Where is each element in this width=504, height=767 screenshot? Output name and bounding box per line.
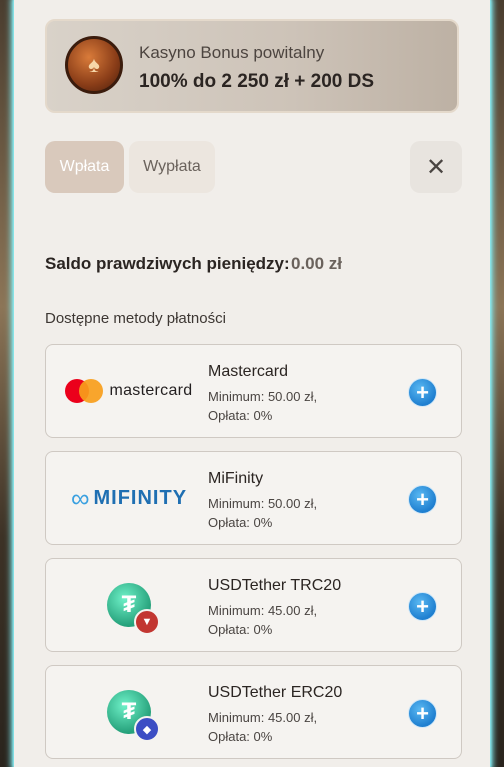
balance-label: Saldo prawdziwych pieniędzy: (45, 254, 290, 273)
method-minimum: Minimum: 50.00 zł, (208, 496, 318, 511)
method-fee: Opłata: 0% (208, 408, 273, 423)
plus-icon: + (416, 593, 429, 619)
plus-icon: + (416, 486, 429, 512)
payment-method-mifinity[interactable]: ∞ MIFINITY MiFinity Minimum: 50.00 zł, O… (45, 451, 462, 545)
plus-icon: + (416, 700, 429, 726)
close-icon: ✕ (425, 153, 447, 181)
ethereum-icon: ◆ (134, 716, 160, 742)
mastercard-logo: mastercard (54, 345, 204, 437)
method-name: Mastercard (208, 363, 289, 380)
add-mastercard-button[interactable]: + (408, 378, 437, 407)
tab-deposit[interactable]: Wpłata (45, 141, 124, 193)
method-name: USDTether ERC20 (208, 684, 343, 701)
method-fee: Opłata: 0% (208, 622, 273, 637)
method-fee: Opłata: 0% (208, 515, 273, 530)
method-name: MiFinity (208, 470, 264, 487)
payment-method-usdt-erc20[interactable]: ₮ ◆ USDTether ERC20 Minimum: 45.00 zł, O… (45, 665, 462, 759)
deposit-panel: ♠ Kasyno Bonus powitalny 100% do 2 250 z… (14, 0, 490, 767)
welcome-bonus-banner[interactable]: ♠ Kasyno Bonus powitalny 100% do 2 250 z… (45, 19, 459, 113)
close-button[interactable]: ✕ (410, 141, 462, 193)
payment-method-usdt-trc20[interactable]: ₮ ▼ USDTether TRC20 Minimum: 45.00 zł, O… (45, 558, 462, 652)
card-suits-icon: ♠ (65, 36, 123, 94)
tether-trc20-icon: ₮ ▼ (54, 559, 204, 651)
method-minimum: Minimum: 45.00 zł, (208, 710, 318, 725)
payment-methods-title: Dostępne metody płatności (45, 310, 226, 327)
balance-value: 0.00 zł (291, 254, 343, 273)
plus-icon: + (416, 379, 429, 405)
add-mifinity-button[interactable]: + (408, 485, 437, 514)
bonus-offer: 100% do 2 250 zł + 200 DS (139, 71, 374, 92)
payment-method-mastercard[interactable]: mastercard Mastercard Minimum: 50.00 zł,… (45, 344, 462, 438)
add-usdt-erc20-button[interactable]: + (408, 699, 437, 728)
method-minimum: Minimum: 45.00 zł, (208, 603, 318, 618)
tron-icon: ▼ (134, 609, 160, 635)
method-name: USDTether TRC20 (208, 577, 342, 594)
tether-erc20-icon: ₮ ◆ (54, 666, 204, 758)
add-usdt-trc20-button[interactable]: + (408, 592, 437, 621)
method-minimum: Minimum: 50.00 zł, (208, 389, 318, 404)
bonus-title: Kasyno Bonus powitalny (139, 43, 325, 62)
method-fee: Opłata: 0% (208, 729, 273, 744)
mifinity-logo: ∞ MIFINITY (70, 482, 188, 513)
tab-withdraw[interactable]: Wypłata (129, 141, 215, 193)
